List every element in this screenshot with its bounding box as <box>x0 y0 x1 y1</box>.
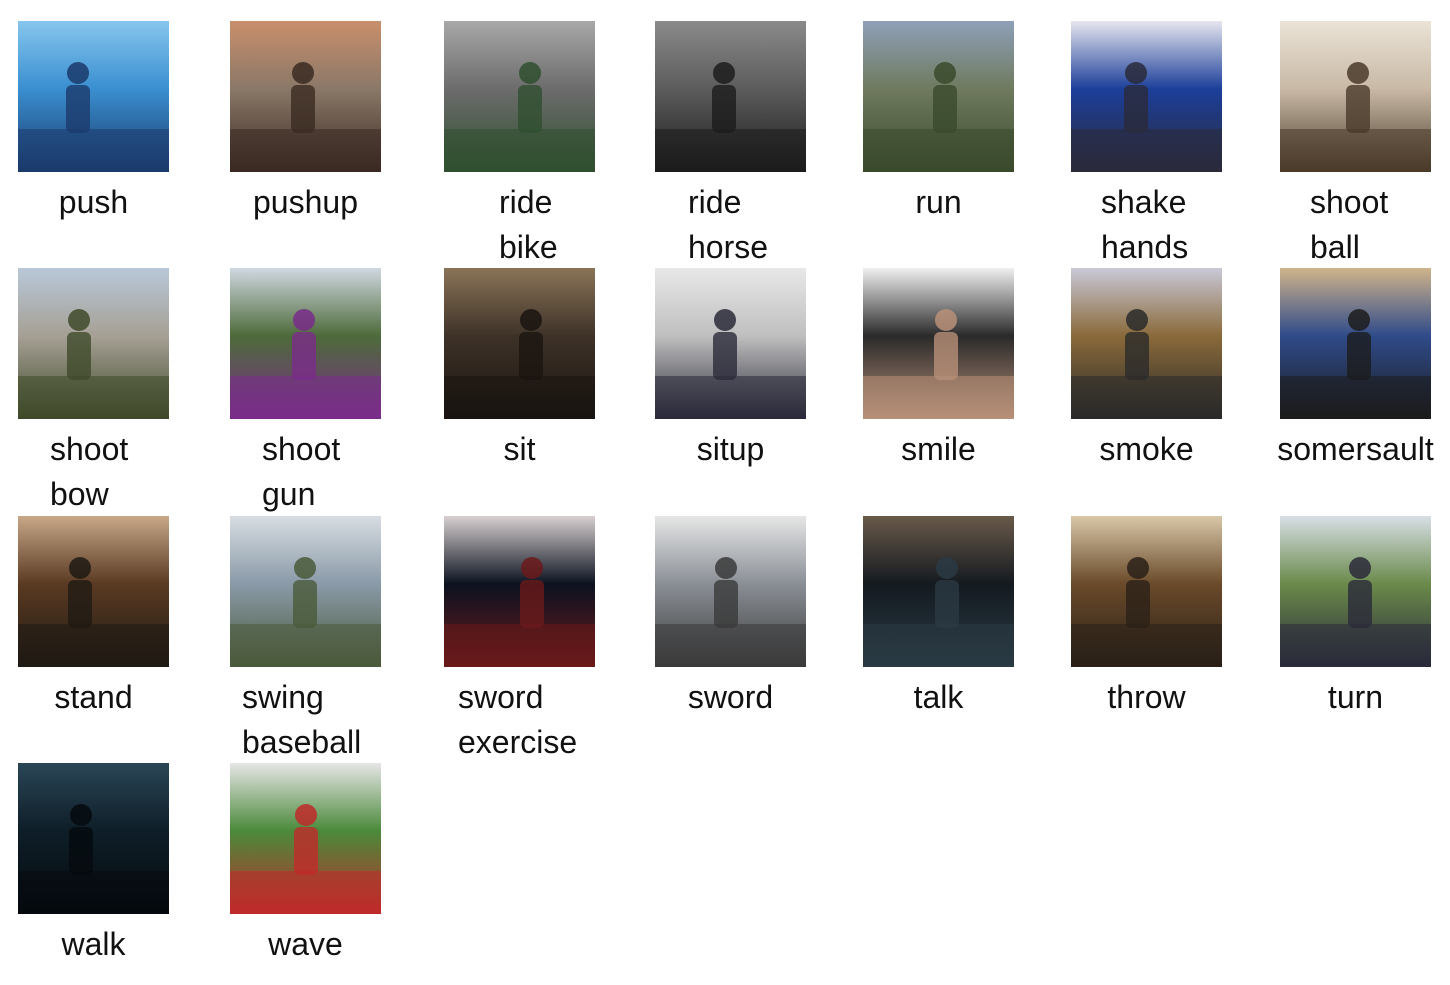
action-label: talk <box>913 679 964 715</box>
person-turning-by-fence-thumbnail <box>1280 516 1431 667</box>
action-label: run <box>915 184 962 220</box>
action-label: ride bike <box>499 184 558 265</box>
action-label: pushup <box>253 184 358 220</box>
crowd-waving-field-thumbnail <box>230 763 381 914</box>
person-running-parking-lot-thumbnail <box>863 21 1014 172</box>
person-talking-dark-thumbnail <box>863 516 1014 667</box>
person-with-sword-street-thumbnail <box>655 516 806 667</box>
basketball-gym-thumbnail <box>1280 21 1431 172</box>
person-doing-pushup-thumbnail <box>230 21 381 172</box>
action-label: throw <box>1107 679 1186 715</box>
action-label: turn <box>1327 679 1384 715</box>
person-pushing-outdoors-thumbnail <box>18 21 169 172</box>
wrestlers-shaking-hands-thumbnail <box>1071 21 1222 172</box>
action-label: situp <box>696 431 765 467</box>
action-label: walk <box>61 926 126 962</box>
action-label: swing baseball <box>242 679 362 760</box>
person-doing-situp-garage-thumbnail <box>655 268 806 419</box>
action-label: shake hands <box>1101 184 1189 265</box>
action-label: push <box>58 184 129 220</box>
cycling-race-broadcast-thumbnail <box>444 21 595 172</box>
action-label: shoot bow <box>50 431 129 512</box>
person-smiling-webcam-thumbnail <box>863 268 1014 419</box>
person-shooting-pistol-thumbnail <box>18 268 169 419</box>
person-smoking-room-thumbnail <box>1071 268 1222 419</box>
horse-race-grayscale-thumbnail <box>655 21 806 172</box>
action-label: wave <box>268 926 343 962</box>
man-standing-at-desk-thumbnail <box>18 516 169 667</box>
action-label: sword <box>687 679 774 715</box>
action-label: sit <box>503 431 536 467</box>
action-label: smile <box>901 431 976 467</box>
action-label: stand <box>54 679 133 715</box>
action-label: somersault <box>1277 431 1434 467</box>
people-sitting-indoors-thumbnail <box>444 268 595 419</box>
action-label: shoot ball <box>1310 184 1389 265</box>
gymnast-on-beam-thumbnail <box>1280 268 1431 419</box>
action-label: smoke <box>1099 431 1194 467</box>
sword-exercise-spotlight-thumbnail <box>444 516 595 667</box>
batting-cage-thumbnail <box>230 516 381 667</box>
person-throwing-indoors-thumbnail <box>1071 516 1222 667</box>
archer-drawing-bow-thumbnail <box>230 268 381 419</box>
person-walking-night-thumbnail <box>18 763 169 914</box>
